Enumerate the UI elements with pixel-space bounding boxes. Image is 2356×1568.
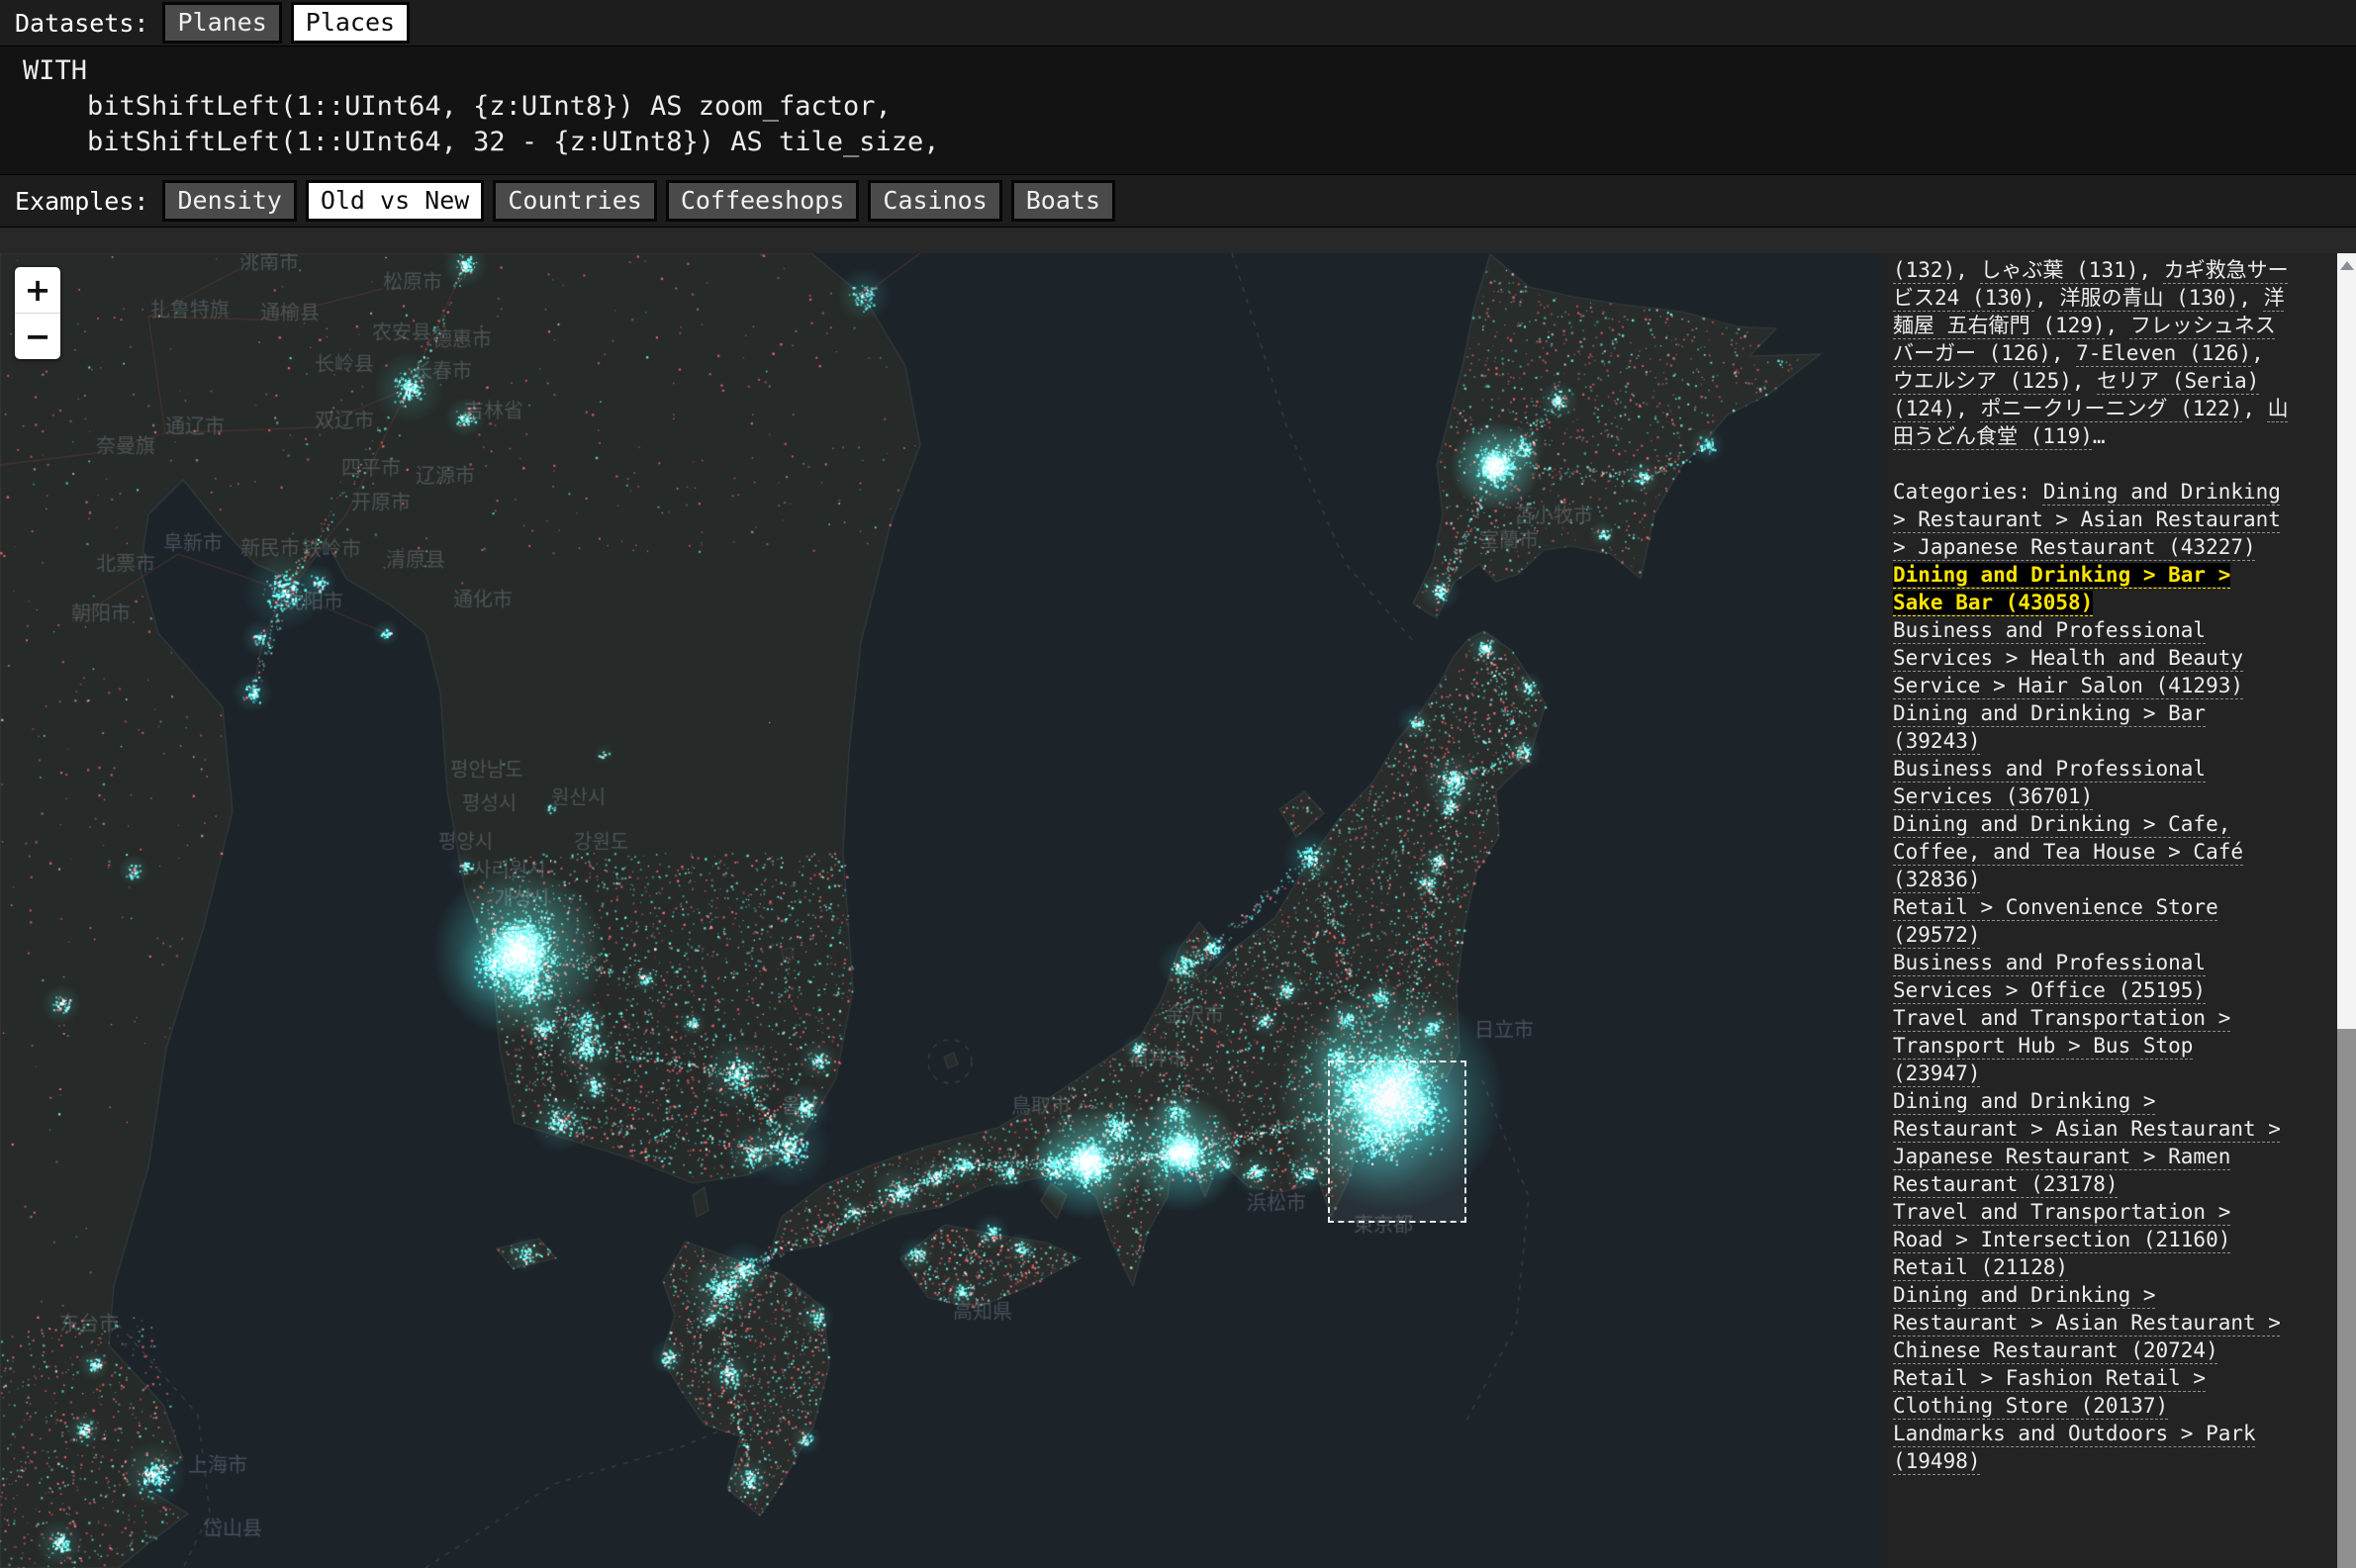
map-zoom-control: + − (15, 267, 60, 359)
top-name-link[interactable]: しゃぶ葉 (131) (1981, 258, 2139, 282)
category-link[interactable]: Dining and Drinking > Restaurant > Asian… (1893, 1283, 2281, 1362)
zoom-in-button[interactable]: + (15, 267, 60, 313)
scrollbar-thumb[interactable] (2337, 1029, 2356, 1568)
top-name-link[interactable]: ポニークリーニング (122) (1981, 397, 2243, 420)
status-bar: Processed 4.04 million rows, 42.32 MiB (0, 228, 2356, 253)
example-button-old-vs-new[interactable]: Old vs New (306, 180, 485, 222)
example-button-coffeeshops[interactable]: Coffeeshops (666, 180, 860, 222)
category-link[interactable]: Landmarks and Outdoors > Park (19498) (1893, 1422, 2256, 1473)
datasets-bar: Datasets: PlanesPlaces (0, 0, 2356, 46)
top-name-link[interactable]: (132) (1893, 258, 1955, 282)
example-button-casinos[interactable]: Casinos (868, 180, 1001, 222)
sidebar-spacer (1893, 450, 2290, 478)
query-editor[interactable]: WITH bitShiftLeft(1::UInt64, {z:UInt8}) … (0, 47, 2356, 175)
datasets-label: Datasets: (15, 9, 148, 38)
top-names-list: (132), しゃぶ葉 (131), カギ救急サービス24 (130), 洋服の… (1893, 258, 2289, 448)
zoom-out-button[interactable]: − (15, 314, 60, 359)
category-link[interactable]: Retail > Convenience Store (29572) (1893, 895, 2218, 947)
top-name-link[interactable]: ウエルシア (125) (1893, 369, 2072, 393)
category-link[interactable]: Dining and Drinking > Bar (39243) (1893, 701, 2206, 753)
dataset-button-planes[interactable]: Planes (162, 2, 281, 44)
category-link[interactable]: Business and Professional Services > Hea… (1893, 618, 2243, 697)
examples-label: Examples: (15, 187, 148, 216)
categories-list: Categories: Dining and Drinking > Restau… (1893, 480, 2281, 1473)
examples-bar: Examples: DensityOld vs NewCountriesCoff… (0, 175, 2356, 228)
category-link-highlighted[interactable]: Dining and Drinking > Bar > Sake Bar (43… (1893, 563, 2230, 614)
top-name-link[interactable]: 7-Eleven (126) (2076, 341, 2251, 365)
category-link[interactable]: Travel and Transportation > Transport Hu… (1893, 1006, 2230, 1085)
sidebar: (132), しゃぶ葉 (131), カギ救急サービス24 (130), 洋服の… (1885, 253, 2337, 1568)
category-link[interactable]: Retail (21128) (1893, 1255, 2068, 1279)
selection-rect[interactable] (1328, 1061, 1466, 1223)
category-link[interactable]: Business and Professional Services (3670… (1893, 757, 2206, 808)
category-link[interactable]: Retail > Fashion Retail > Clothing Store… (1893, 1366, 2206, 1418)
dataset-button-places[interactable]: Places (291, 2, 410, 44)
datasets-buttons: PlanesPlaces (162, 2, 419, 44)
category-link[interactable]: Business and Professional Services > Off… (1893, 951, 2206, 1002)
sidebar-scrollbar[interactable] (2337, 253, 2356, 1568)
map-canvas[interactable] (0, 253, 1885, 1568)
example-button-boats[interactable]: Boats (1011, 180, 1115, 222)
category-link[interactable]: Dining and Drinking > Restaurant > Asian… (1893, 1089, 2281, 1196)
category-link[interactable]: Dining and Drinking > Cafe, Coffee, and … (1893, 812, 2243, 891)
scrollbar-up-arrow-icon[interactable] (2340, 261, 2354, 270)
example-button-density[interactable]: Density (162, 180, 296, 222)
app: Datasets: PlanesPlaces WITH bitShiftLeft… (0, 0, 2356, 1568)
examples-buttons: DensityOld vs NewCountriesCoffeeshopsCas… (162, 180, 1124, 222)
top-name-link[interactable]: 洋服の青山 (130) (2059, 286, 2238, 310)
example-button-countries[interactable]: Countries (493, 180, 656, 222)
map[interactable]: + − (0, 253, 1885, 1568)
categories-label: Categories: (1893, 480, 2043, 504)
category-link[interactable]: Travel and Transportation > Road > Inter… (1893, 1200, 2230, 1251)
